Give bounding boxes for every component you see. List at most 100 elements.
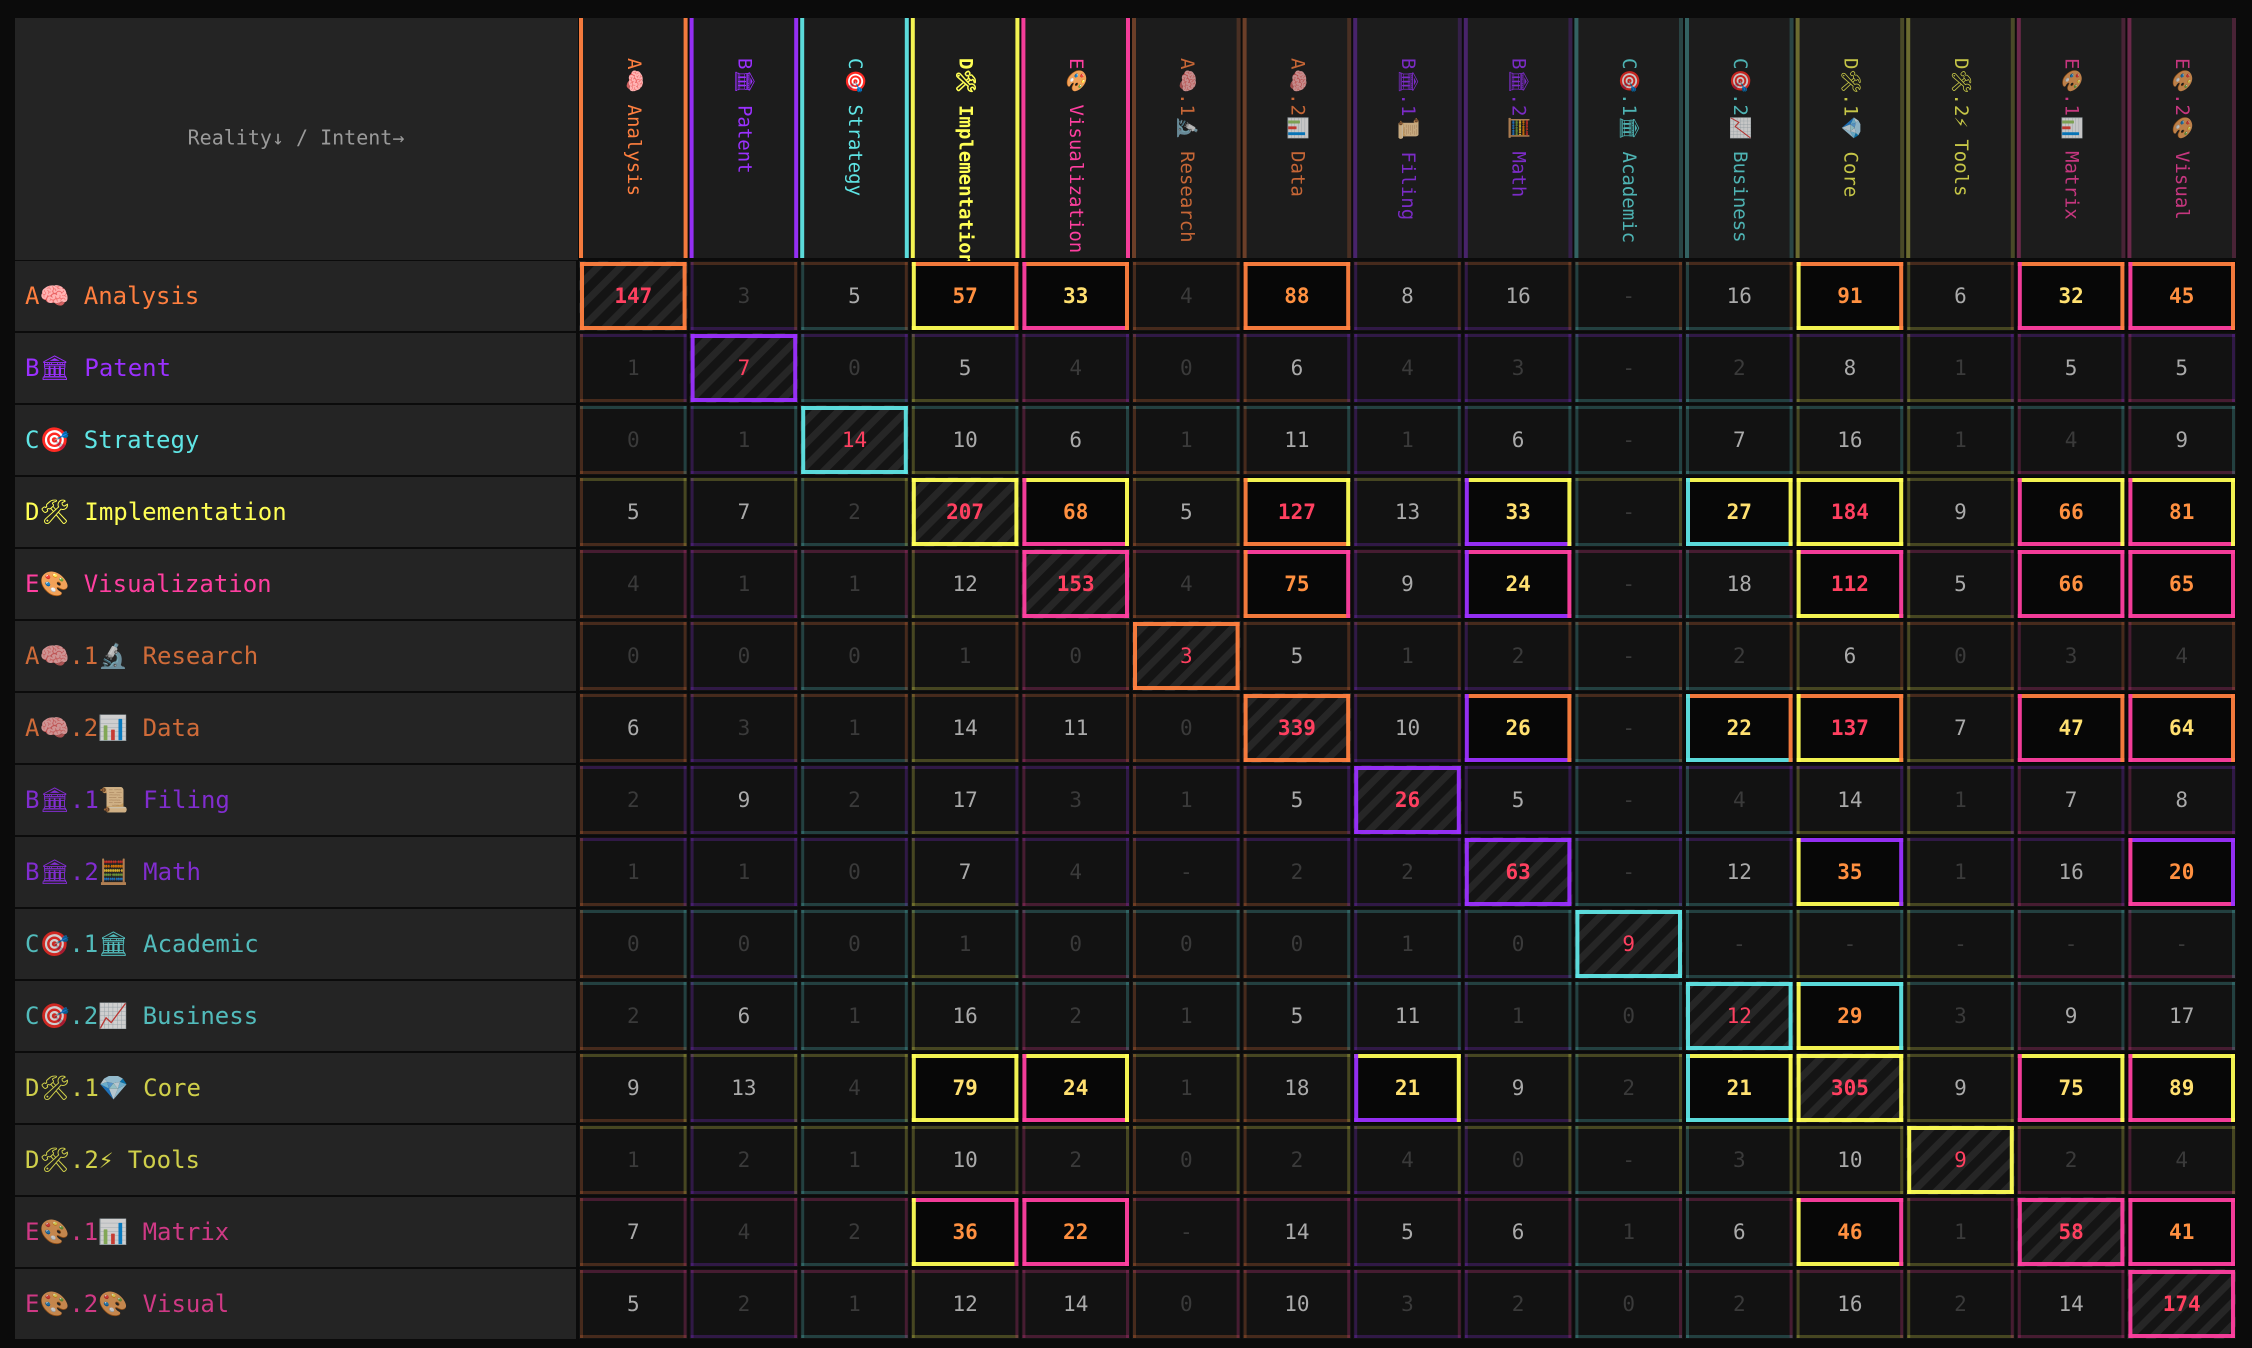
cell-border-top xyxy=(1133,982,1240,985)
cell-border-top xyxy=(911,262,1019,266)
cell-border-bottom xyxy=(1796,831,1904,834)
cell-border-bottom xyxy=(580,831,687,834)
cell-value: 66 xyxy=(2058,572,2083,596)
cell-border-bottom xyxy=(1354,1191,1461,1194)
cell-border-top xyxy=(2128,1270,2235,1274)
cell-border-left xyxy=(2017,1126,2021,1194)
cell-value: 22 xyxy=(1727,716,1752,740)
cell-border-top xyxy=(1243,766,1351,769)
cell-border-left xyxy=(1464,262,1468,330)
cell-border-top xyxy=(1575,334,1682,337)
cell-border-top xyxy=(690,1198,798,1201)
cell-border-bottom xyxy=(1022,1191,1129,1194)
cell-border-top xyxy=(1133,766,1240,769)
cell-border-top xyxy=(1796,1270,1904,1273)
cell-border-bottom xyxy=(1133,1119,1240,1122)
cell-value: 3 xyxy=(1954,1004,1967,1028)
cell-value: - xyxy=(1622,1148,1635,1172)
cell-border-right xyxy=(1678,910,1682,978)
cell-value: 2 xyxy=(1069,1004,1082,1028)
cell-border-right xyxy=(1346,550,1351,618)
cell-border-left xyxy=(1133,766,1136,834)
column-label-visualization: E🎨 Visualization xyxy=(1065,58,1088,253)
cell-value: 0 xyxy=(627,644,640,668)
cell-value: - xyxy=(1180,1220,1193,1244)
cell-value: 2 xyxy=(848,1220,861,1244)
cell-border-top xyxy=(911,766,1019,769)
cell-border-top xyxy=(1686,478,1793,482)
cell-border-top xyxy=(580,334,687,337)
cell-value: 4 xyxy=(1180,572,1193,596)
cell-border-right xyxy=(1236,694,1240,762)
cell-border-top xyxy=(690,694,798,697)
cell-border-top xyxy=(1907,766,2014,769)
cell-border-left xyxy=(2128,1054,2133,1122)
cell-border-right xyxy=(2231,1198,2235,1266)
cell-border-right xyxy=(683,838,687,906)
cell-border-right xyxy=(794,406,798,474)
cell-border-left xyxy=(2017,406,2021,474)
cell-value: 81 xyxy=(2169,500,2194,524)
cell-border-left xyxy=(1907,766,1911,834)
cell-border-bottom xyxy=(2128,1118,2235,1122)
cell-border-bottom xyxy=(2128,758,2235,762)
column-accent-right xyxy=(1347,18,1352,258)
cell-border-left xyxy=(1796,1198,1801,1266)
cell-border-right xyxy=(1347,622,1351,690)
cell-border-left xyxy=(690,478,694,546)
cell-border-bottom xyxy=(911,615,1019,618)
cell-border-left xyxy=(1464,1126,1468,1194)
cell-border-top xyxy=(1243,406,1351,409)
cell-value: 1 xyxy=(1512,1004,1525,1028)
cell-border-right xyxy=(1236,334,1240,402)
cell-value: 5 xyxy=(1512,788,1525,812)
row-label-analysis: A🧠 Analysis xyxy=(25,282,199,310)
cell-value: 14 xyxy=(1284,1220,1309,1244)
cell-border-bottom xyxy=(1022,687,1129,690)
cell-border-right xyxy=(1347,766,1351,834)
cell-border-top xyxy=(1907,694,2014,697)
cell-border-bottom xyxy=(801,831,908,834)
column-accent-right xyxy=(794,18,799,258)
cell-border-top xyxy=(1243,550,1351,554)
cell-border-bottom xyxy=(690,327,798,330)
cell-border-bottom xyxy=(1243,1335,1351,1338)
cell-border-left xyxy=(801,694,805,762)
cell-border-right xyxy=(1235,622,1240,690)
cell-border-bottom xyxy=(1133,543,1240,546)
cell-border-left xyxy=(1796,982,1801,1050)
column-accent-right xyxy=(683,18,688,258)
cell-border-top xyxy=(1133,694,1240,697)
cell-border-bottom xyxy=(1907,759,2014,762)
cell-value: - xyxy=(1622,500,1635,524)
cell-border-right xyxy=(2120,478,2125,546)
cell-border-bottom xyxy=(1354,1335,1461,1338)
cell-border-bottom xyxy=(2017,831,2125,834)
cell-border-left xyxy=(1243,478,1248,546)
cell-border-top xyxy=(801,334,908,337)
cell-border-top xyxy=(580,406,687,409)
cell-border-top xyxy=(1575,766,1682,769)
cell-border-bottom xyxy=(2017,903,2125,906)
cell-value: 0 xyxy=(848,860,861,884)
cell-border-top xyxy=(1464,838,1572,842)
cell-border-bottom xyxy=(1243,903,1351,906)
cell-border-bottom xyxy=(580,1191,687,1194)
cell-value: 4 xyxy=(1180,284,1193,308)
cell-value: 7 xyxy=(1954,716,1967,740)
cell-border-right xyxy=(2010,1270,2014,1338)
cell-value: 29 xyxy=(1837,1004,1862,1028)
cell-border-bottom xyxy=(1464,542,1572,546)
cell-border-left xyxy=(911,262,916,330)
cell-border-right xyxy=(1679,1054,1682,1122)
cell-border-bottom xyxy=(1575,903,1682,906)
cell-value: 17 xyxy=(952,788,977,812)
cell-border-top xyxy=(2017,694,2125,698)
column-label-business: C🎯.2📈 Business xyxy=(1729,58,1752,243)
cell-border-top xyxy=(801,622,908,625)
cell-border-bottom xyxy=(2017,1262,2125,1266)
cell-border-top xyxy=(2128,910,2235,913)
cell-border-left xyxy=(690,838,694,906)
cell-border-right xyxy=(1900,622,1904,690)
cell-border-bottom xyxy=(1907,831,2014,834)
